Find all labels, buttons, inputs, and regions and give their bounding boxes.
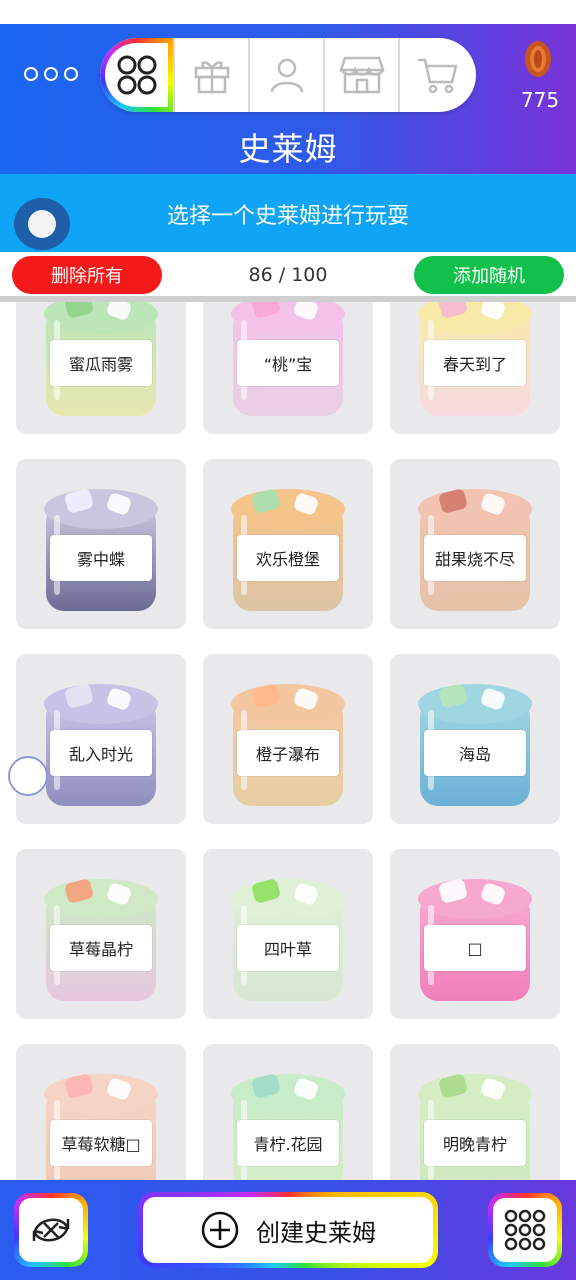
slime-card[interactable]: 春天到了 [390,302,560,434]
slime-surface [418,1074,532,1114]
slime-card[interactable]: 草莓晶柠 [16,849,186,1019]
slime-jar: 蜜瓜雨雾 [44,302,158,416]
slime-surface [231,1074,345,1114]
header: 775 史莱姆 [0,24,576,174]
slime-jar: “桃”宝 [231,302,345,416]
create-slime-button[interactable]: 创建史莱姆 [138,1192,438,1268]
nav-gifts[interactable] [175,38,250,112]
status-bar [0,0,576,24]
slime-name: 草莓软糖□ [50,1120,152,1166]
slime-name: 海岛 [424,730,526,776]
floating-handle[interactable] [8,756,48,796]
delete-all-button[interactable]: 删除所有 [12,256,162,294]
coin-count: 775 [520,88,560,112]
slime-card[interactable]: □ [390,849,560,1019]
slime-name: □ [424,925,526,971]
slime-card[interactable]: 欢乐橙堡 [203,459,373,629]
slime-name: 雾中蝶 [50,535,152,581]
slime-jar: 海岛 [418,682,532,806]
slime-name: 青柠.花园 [237,1120,339,1166]
gift-icon [194,61,229,94]
slime-jar: 欢乐橙堡 [231,487,345,611]
slime-name: 橙子瀑布 [237,730,339,776]
slime-surface [231,879,345,919]
slime-name: 四叶草 [237,925,339,971]
app-root: 775 史莱姆 选择一个史莱姆进行玩耍 删除所有 86 / 100 添加随机 蜜… [0,0,576,1280]
slime-card[interactable]: 青柠.花园 [203,1044,373,1180]
instruction-banner: 选择一个史莱姆进行玩耍 [0,174,576,252]
dot-icon [44,67,58,81]
slime-surface [418,684,532,724]
plus-circle-icon [201,1211,239,1249]
more-menu-button[interactable] [24,62,78,86]
slime-name: 乱入时光 [50,730,152,776]
action-row: 删除所有 86 / 100 添加随机 [0,252,576,302]
slime-jar: 春天到了 [418,302,532,416]
slime-jar: 橙子瀑布 [231,682,345,806]
slime-count: 86 / 100 [248,264,328,286]
slime-card[interactable]: 雾中蝶 [16,459,186,629]
shuffle-button[interactable] [14,1193,88,1267]
slime-card[interactable]: 四叶草 [203,849,373,1019]
bottom-bar: 创建史莱姆 [0,1180,576,1280]
nav-shop[interactable] [325,38,400,112]
slime-jar: 草莓软糖□ [44,1072,158,1180]
slime-name: 欢乐橙堡 [237,535,339,581]
slime-name: 蜜瓜雨雾 [50,340,152,386]
slime-name: “桃”宝 [237,340,339,386]
nav-cart[interactable] [400,38,475,112]
slime-surface [44,879,158,919]
slime-card[interactable]: 甜果烧不尽 [390,459,560,629]
slime-name: 明晚青柠 [424,1120,526,1166]
nav-slimes[interactable] [100,38,175,112]
main-nav [100,38,476,112]
shuffle-icon [32,1218,70,1242]
grid-view-button[interactable] [488,1193,562,1267]
coin-icon [525,41,551,77]
slime-jar: 乱入时光 [44,682,158,806]
instruction-text: 选择一个史莱姆进行玩耍 [166,204,409,229]
cart-icon [417,58,458,94]
shop-icon [338,56,385,94]
slime-jar: 青柠.花园 [231,1072,345,1180]
slime-grid: 蜜瓜雨雾 “桃”宝 春天到了雾中蝶 欢乐橙堡 甜果烧不尽乱入时光 橙子瀑布 海岛草莓晶柠 四叶… [0,302,576,1180]
slime-card[interactable]: 明晚青柠 [390,1044,560,1180]
nav-profile[interactable] [250,38,325,112]
slime-name: 甜果烧不尽 [424,535,526,581]
slime-surface [418,489,532,529]
slime-surface [44,684,158,724]
slime-card[interactable]: 橙子瀑布 [203,654,373,824]
slime-surface [418,879,532,919]
create-slime-label: 创建史莱姆 [256,1218,376,1247]
slime-surface [44,489,158,529]
slime-jar: 四叶草 [231,877,345,1001]
slime-surface [44,1074,158,1114]
slime-jar: 明晚青柠 [418,1072,532,1180]
dot-icon [24,67,38,81]
slime-jar: 甜果烧不尽 [418,487,532,611]
slime-jar: 雾中蝶 [44,487,158,611]
slime-card[interactable]: “桃”宝 [203,302,373,434]
slime-grid-icon [504,1209,546,1251]
slime-surface [231,684,345,724]
add-random-button[interactable]: 添加随机 [414,256,564,294]
slime-name: 春天到了 [424,340,526,386]
slime-jar: 草莓晶柠 [44,877,158,1001]
slime-card[interactable]: 蜜瓜雨雾 [16,302,186,434]
person-icon [270,58,303,93]
page-title: 史莱姆 [238,130,338,168]
slime-grid-icon [117,55,156,95]
slime-card[interactable]: 海岛 [390,654,560,824]
dot-icon [64,67,78,81]
slime-card[interactable]: 草莓软糖□ [16,1044,186,1180]
slime-surface [231,489,345,529]
slime-card[interactable]: 乱入时光 [16,654,186,824]
slime-jar: □ [418,877,532,1001]
slime-name: 草莓晶柠 [50,925,152,971]
